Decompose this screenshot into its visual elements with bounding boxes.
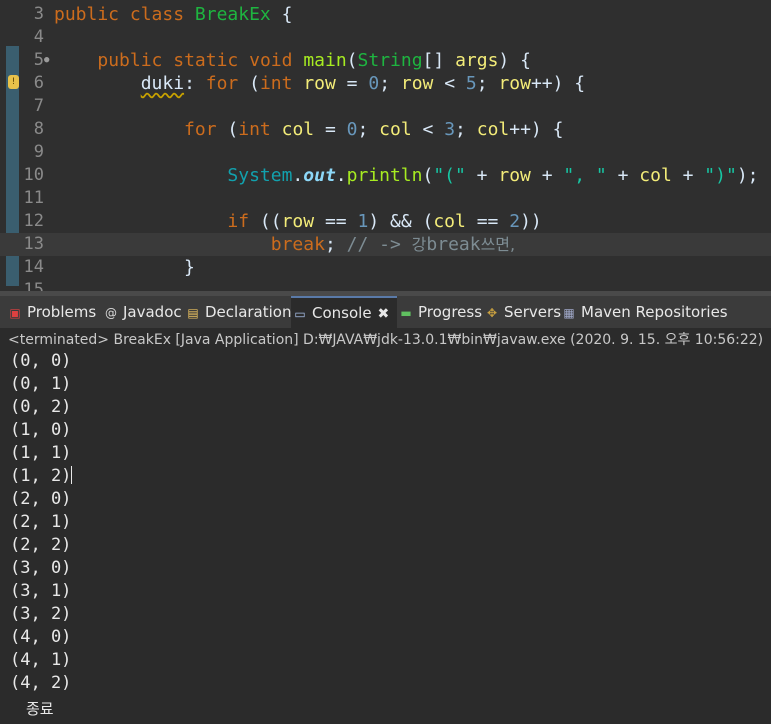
console-line: (0, 2): [10, 397, 72, 417]
code-text: System.out.println("(" + row + ", " + co…: [227, 165, 759, 186]
tab-declaration[interactable]: ▤ Declaration: [186, 296, 291, 328]
view-tab-bar: ▣ Problems @ Javadoc ▤ Declaration ▭ Console…: [0, 296, 771, 328]
line-number: 14: [23, 257, 44, 277]
code-text: break; // -> 강break쓰면,: [270, 234, 516, 255]
code-editor[interactable]: 3 public class BreakEx { 4 5 ● public st…: [0, 0, 771, 291]
code-text: }: [184, 257, 195, 278]
maven-icon: ▦: [563, 306, 575, 320]
loop-label: duki: [140, 73, 185, 94]
console-end-text: 종료: [26, 700, 54, 718]
code-line: 8 for (int col = 0; col < 3; col++) {: [0, 118, 771, 141]
line-number: 13: [23, 234, 44, 254]
code-line: 9: [0, 141, 771, 164]
line-number: 9: [33, 142, 44, 162]
console-line: (3, 2): [10, 604, 72, 624]
code-text: for (int col = 0; col < 3; col++) {: [184, 119, 564, 140]
console-line: (0, 1): [10, 374, 72, 394]
fold-toggle-icon[interactable]: ●: [44, 49, 52, 72]
console-icon: ▭: [294, 307, 306, 321]
console-line: (4, 1): [10, 650, 72, 670]
console-line: (2, 1): [10, 512, 72, 532]
tab-progress[interactable]: ▬ Progress: [399, 296, 482, 328]
text-caret: [71, 466, 73, 484]
console-line: (4, 0): [10, 627, 72, 647]
javadoc-icon: @: [105, 306, 117, 320]
line-number: 7: [33, 96, 44, 116]
line-number: 12: [23, 211, 44, 231]
line-number: 5: [33, 50, 44, 70]
code-line: 12 if ((row == 1) && (col == 2)): [0, 210, 771, 233]
code-line: 14 }: [0, 256, 771, 279]
tab-servers[interactable]: ✥ Servers: [485, 296, 561, 328]
line-number: 8: [33, 119, 44, 139]
code-text: public class BreakEx {: [54, 4, 293, 25]
tab-javadoc[interactable]: @ Javadoc: [104, 296, 182, 328]
problems-icon: ▣: [9, 306, 21, 320]
line-number: 3: [33, 4, 44, 24]
console-line: (1, 0): [10, 420, 72, 440]
progress-icon: ▬: [400, 306, 412, 320]
console-output[interactable]: (0, 0) (0, 1) (0, 2) (1, 0) (1, 1) (1, 2…: [10, 350, 73, 695]
tab-maven-repositories[interactable]: ▦ Maven Repositories: [562, 296, 727, 328]
console-line: (2, 2): [10, 535, 72, 555]
console-line-with-caret: (1, 2): [10, 466, 73, 486]
declaration-icon: ▤: [187, 306, 199, 320]
console-line: (2, 0): [10, 489, 72, 509]
console-line: (3, 0): [10, 558, 72, 578]
code-line: 3 public class BreakEx {: [0, 3, 771, 26]
tab-problems[interactable]: ▣ Problems: [8, 296, 96, 328]
console-view[interactable]: <terminated> BreakEx [Java Application] …: [0, 328, 771, 724]
current-code-line: 13 break; // -> 강break쓰면,: [0, 233, 771, 256]
code-line: 4: [0, 26, 771, 49]
close-icon[interactable]: ✖: [378, 306, 390, 322]
console-status: <terminated> BreakEx [Java Application] …: [8, 332, 764, 348]
console-line: (4, 2): [10, 673, 72, 693]
code-line: 10 System.out.println("(" + row + ", " +…: [0, 164, 771, 187]
code-line: 5 ● public static void main(String[] arg…: [0, 49, 771, 72]
line-number: 15: [23, 280, 44, 291]
servers-icon: ✥: [486, 306, 498, 320]
console-line: (3, 1): [10, 581, 72, 601]
code-text: if ((row == 1) && (col == 2)): [227, 211, 542, 232]
line-number: 11: [23, 188, 44, 208]
code-line: 11: [0, 187, 771, 210]
line-number: 6: [33, 73, 44, 93]
console-line: (0, 0): [10, 351, 72, 371]
code-line: 7: [0, 95, 771, 118]
code-text: duki: for (int row = 0; row < 5; row++) …: [140, 73, 586, 94]
code-line: 15: [0, 279, 771, 291]
line-number: 4: [33, 27, 44, 47]
tab-console[interactable]: ▭ Console ✖: [291, 296, 397, 328]
console-line: (1, 1): [10, 443, 72, 463]
code-line: ! 6 duki: for (int row = 0; row < 5; row…: [0, 72, 771, 95]
code-text: public static void main(String[] args) {: [97, 50, 531, 71]
line-number: 10: [23, 165, 44, 185]
